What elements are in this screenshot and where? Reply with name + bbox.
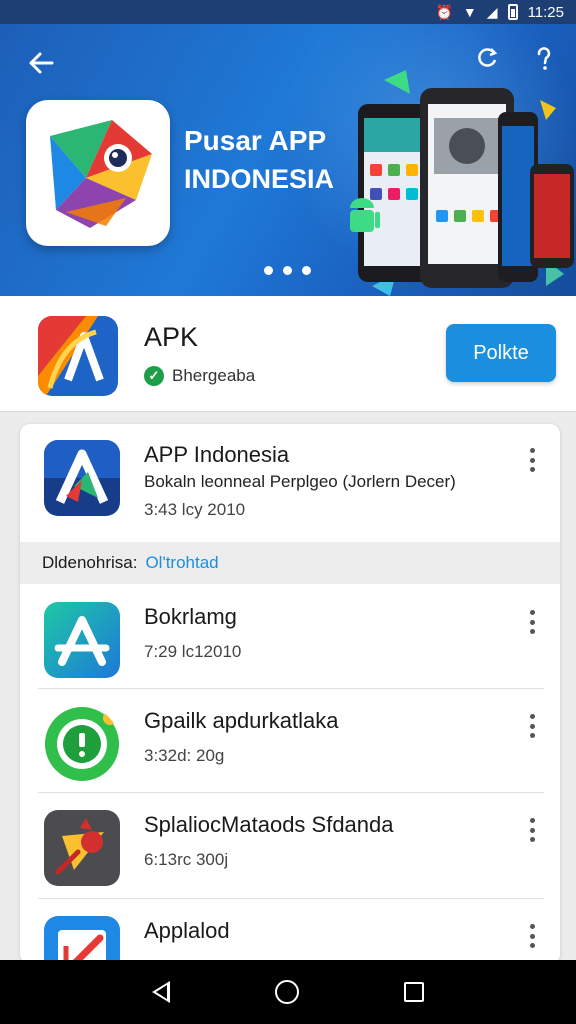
verified-check-icon: ✓ bbox=[144, 366, 164, 386]
carousel-dot[interactable] bbox=[283, 266, 292, 275]
divider bbox=[38, 792, 544, 793]
list-item-featured[interactable]: APP Indonesia Bokaln leonneal Perplgeo (… bbox=[20, 424, 560, 528]
verified-label: Bhergeaba bbox=[172, 366, 256, 385]
app-title: APK bbox=[144, 322, 199, 352]
apk-app-icon bbox=[38, 316, 118, 396]
section-label: Dldenohrisa: bbox=[42, 553, 138, 572]
game-app-icon bbox=[44, 810, 120, 886]
phones-illustration bbox=[344, 60, 576, 296]
carousel-dot[interactable] bbox=[264, 266, 273, 275]
alarm-icon: ⏰ bbox=[435, 4, 453, 20]
list-item-title: Gpailk apdurkatlaka bbox=[144, 708, 339, 733]
whatsapp-like-icon bbox=[44, 706, 120, 782]
carousel-dot[interactable] bbox=[302, 266, 311, 275]
app-logo bbox=[26, 100, 170, 246]
divider bbox=[38, 688, 544, 689]
list-item[interactable]: Gpailk apdurkatlaka 3:32d: 20g bbox=[20, 690, 560, 794]
system-nav-bar bbox=[0, 960, 576, 1024]
app-list: APP Indonesia Bokaln leonneal Perplgeo (… bbox=[20, 424, 560, 964]
nav-recents-icon[interactable] bbox=[403, 982, 424, 1002]
more-options-icon[interactable] bbox=[520, 712, 544, 740]
list-item-title: SplaliocMataods Sfdanda bbox=[144, 812, 394, 837]
nav-home-icon[interactable] bbox=[274, 980, 299, 1004]
list-item-subtitle: Bokaln leonneal Perplgeo (Jorlern Decer) bbox=[144, 472, 456, 491]
list-item-meta: 7:29 lc12010 bbox=[144, 642, 242, 661]
nav-back-icon[interactable] bbox=[152, 981, 171, 1003]
list-item-meta: 6:13rc 300j bbox=[144, 850, 229, 869]
section-link[interactable]: Ol'trohtad bbox=[145, 553, 218, 573]
section-header: Dldenohrisa: Ol'trohtad bbox=[20, 542, 560, 584]
banner-title-line1: Pusar APP bbox=[184, 125, 327, 156]
list-item[interactable]: Bokrlamg 7:29 lc12010 bbox=[20, 586, 560, 690]
divider bbox=[38, 898, 544, 899]
more-options-icon[interactable] bbox=[520, 608, 544, 636]
hero-banner: Pusar APP INDONESIA bbox=[0, 24, 576, 296]
list-item-title: Applalod bbox=[144, 918, 230, 943]
list-item-title: Bokrlamg bbox=[144, 604, 237, 629]
battery-icon bbox=[507, 4, 518, 20]
list-item[interactable]: Applalod bbox=[20, 900, 560, 964]
banner-title: Pusar APP INDONESIA bbox=[184, 122, 364, 198]
more-options-icon[interactable] bbox=[520, 922, 544, 950]
verified-row: ✓ Bhergeaba bbox=[144, 366, 255, 386]
applalod-app-icon bbox=[44, 916, 120, 964]
app-header: APK ✓ Bhergeaba Polkte bbox=[0, 296, 576, 412]
list-item-meta: 3:32d: 20g bbox=[144, 746, 225, 765]
list-item-meta: 3:43 lcy 2010 bbox=[144, 500, 246, 519]
carousel-indicator[interactable] bbox=[264, 266, 311, 275]
list-item[interactable]: SplaliocMataods Sfdanda 6:13rc 300j bbox=[20, 794, 560, 898]
signal-icon: ◢ bbox=[486, 4, 498, 20]
wifi-icon: ▼ bbox=[462, 4, 477, 20]
app-indonesia-icon bbox=[44, 440, 120, 516]
primary-action-button[interactable]: Polkte bbox=[446, 324, 556, 382]
status-time: 11:25 bbox=[527, 3, 564, 21]
back-arrow-icon[interactable] bbox=[24, 46, 58, 80]
banner-title-line2: INDONESIA bbox=[184, 164, 335, 194]
more-options-icon[interactable] bbox=[520, 446, 544, 474]
status-bar: ⏰ ▼ ◢ 11:25 bbox=[0, 0, 576, 24]
app-store-icon bbox=[44, 602, 120, 678]
more-options-icon[interactable] bbox=[520, 816, 544, 844]
list-item-title: APP Indonesia bbox=[144, 442, 290, 467]
